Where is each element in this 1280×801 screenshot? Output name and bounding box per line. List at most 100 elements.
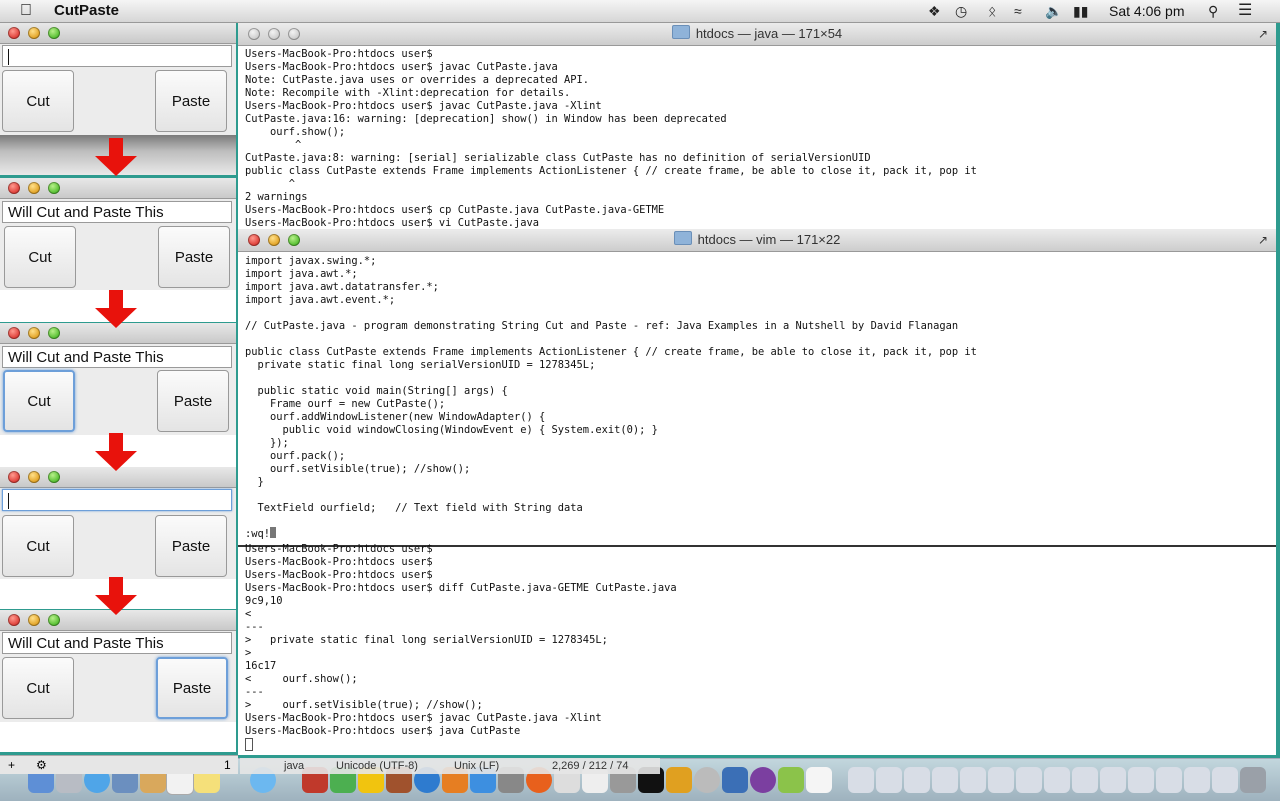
document-icon[interactable]: [1212, 767, 1238, 793]
cut-button[interactable]: Cut: [2, 515, 74, 577]
document-icon[interactable]: [932, 767, 958, 793]
cut-button[interactable]: Cut: [4, 226, 76, 288]
terminal-titlebar[interactable]: htdocs — java — 171×54 ↗: [238, 23, 1276, 46]
paste-button[interactable]: Paste: [158, 226, 230, 288]
paste-button[interactable]: Paste: [155, 515, 227, 577]
wifi-icon[interactable]: ≈: [1014, 0, 1022, 22]
language-select[interactable]: java: [284, 758, 304, 774]
document-icon[interactable]: [1184, 767, 1210, 793]
arrow-down-icon: [95, 290, 137, 328]
text-field[interactable]: Will Cut and Paste This: [2, 632, 232, 654]
volume-icon[interactable]: 🔈: [1045, 0, 1062, 22]
document-icon[interactable]: [1156, 767, 1182, 793]
terminal-titlebar[interactable]: htdocs — vim — 171×22 ↗: [238, 229, 1276, 252]
notification-icon[interactable]: ☰: [1238, 0, 1252, 22]
window-titlebar[interactable]: [0, 23, 236, 44]
chrome-icon[interactable]: [694, 767, 720, 793]
apple-icon[interactable]: : [20, 0, 32, 22]
vim-buffer[interactable]: import javax.swing.*; import java.awt.*;…: [245, 255, 1273, 525]
spotlight-icon[interactable]: ⚲: [1208, 0, 1218, 22]
document-icon[interactable]: [1100, 767, 1126, 793]
document-icon[interactable]: [848, 767, 874, 793]
close-icon[interactable]: [8, 27, 20, 39]
document-icon[interactable]: [1016, 767, 1042, 793]
cut-button[interactable]: Cut: [2, 657, 74, 719]
text-field[interactable]: Will Cut and Paste This: [2, 201, 232, 223]
paste-button[interactable]: Paste: [156, 657, 228, 719]
terminal-title: htdocs — java — 171×54: [695, 26, 843, 41]
zoom-icon[interactable]: [288, 28, 300, 40]
cursor-position: 2,269 / 212 / 74: [552, 760, 629, 772]
filezilla-icon[interactable]: [666, 767, 692, 793]
document-icon[interactable]: [1128, 767, 1154, 793]
document-icon[interactable]: [1044, 767, 1070, 793]
zoom-icon[interactable]: [48, 471, 60, 483]
vim-command-line[interactable]: :wq!: [245, 527, 277, 541]
time-machine-icon[interactable]: ◷: [955, 0, 967, 22]
close-icon[interactable]: [8, 182, 20, 194]
cut-button[interactable]: Cut: [3, 370, 75, 432]
fullscreen-icon[interactable]: ↗: [1258, 23, 1268, 45]
document-icon[interactable]: [876, 767, 902, 793]
cut-button[interactable]: Cut: [2, 70, 74, 132]
minimize-icon[interactable]: [28, 182, 40, 194]
android-icon[interactable]: [778, 767, 804, 793]
app-name-menu[interactable]: CutPaste: [54, 0, 119, 22]
eclipse-icon[interactable]: [750, 767, 776, 793]
terminal-output[interactable]: Users-MacBook-Pro:htdocs user$ Users-Mac…: [245, 543, 1273, 739]
document-icon[interactable]: [1072, 767, 1098, 793]
text-field[interactable]: Will Cut and Paste This: [2, 346, 232, 368]
zoom-icon[interactable]: [48, 182, 60, 194]
zoom-icon[interactable]: [288, 234, 300, 246]
terminal-window-java: htdocs — java — 171×54 ↗ Users-MacBook-P…: [238, 23, 1276, 229]
add-icon[interactable]: +: [8, 756, 15, 774]
cutpaste-window-2: Will Cut and Paste This Cut Paste: [0, 178, 236, 290]
minimize-icon[interactable]: [28, 614, 40, 626]
close-icon[interactable]: [8, 327, 20, 339]
bluetooth-icon[interactable]: ᛟ: [988, 0, 996, 22]
terminal-window-bottom: Users-MacBook-Pro:htdocs user$ Users-Mac…: [238, 543, 1276, 755]
minimize-icon[interactable]: [28, 327, 40, 339]
cutpaste-window-4: Cut Paste: [0, 467, 236, 579]
text-field[interactable]: [2, 489, 232, 511]
fullscreen-icon[interactable]: ↗: [1258, 229, 1268, 251]
arrow-down-icon: [95, 577, 137, 615]
paste-button[interactable]: Paste: [157, 370, 229, 432]
encoding-select[interactable]: Unicode (UTF-8): [336, 758, 418, 774]
window-titlebar[interactable]: [0, 178, 236, 199]
battery-icon[interactable]: ▮▮: [1073, 0, 1088, 22]
terminal-window-vim: htdocs — vim — 171×22 ↗ import javax.swi…: [238, 229, 1276, 547]
close-icon[interactable]: [248, 28, 260, 40]
folder-icon: [671, 25, 690, 39]
zoom-icon[interactable]: [48, 327, 60, 339]
java-icon[interactable]: [806, 767, 832, 793]
menu-clock[interactable]: Sat 4:06 pm: [1109, 0, 1185, 22]
close-icon[interactable]: [8, 614, 20, 626]
dropbox-icon[interactable]: ❖: [928, 0, 941, 22]
white-gap: [0, 722, 236, 752]
minimize-icon[interactable]: [268, 234, 280, 246]
minimize-icon[interactable]: [268, 28, 280, 40]
line-number: 1: [224, 758, 231, 772]
close-icon[interactable]: [8, 471, 20, 483]
close-icon[interactable]: [248, 234, 260, 246]
trash-icon[interactable]: [1240, 767, 1266, 793]
terminal-output[interactable]: Users-MacBook-Pro:htdocs user$ Users-Mac…: [245, 48, 1273, 228]
cutpaste-window-5: Will Cut and Paste This Cut Paste: [0, 610, 236, 722]
minimize-icon[interactable]: [28, 471, 40, 483]
zoom-icon[interactable]: [48, 614, 60, 626]
arrow-down-icon: [95, 138, 137, 176]
minimize-icon[interactable]: [28, 27, 40, 39]
document-icon[interactable]: [960, 767, 986, 793]
folder-icon: [673, 231, 692, 245]
document-icon[interactable]: [904, 767, 930, 793]
editor-toolbar: + ⚙ 1: [0, 755, 238, 774]
xcode-icon[interactable]: [722, 767, 748, 793]
line-ending-select[interactable]: Unix (LF): [454, 758, 499, 774]
paste-button[interactable]: Paste: [155, 70, 227, 132]
document-icon[interactable]: [988, 767, 1014, 793]
zoom-icon[interactable]: [48, 27, 60, 39]
terminal-title: htdocs — vim — 171×22: [697, 232, 841, 247]
text-field[interactable]: [2, 45, 232, 67]
gear-icon[interactable]: ⚙: [36, 756, 47, 774]
